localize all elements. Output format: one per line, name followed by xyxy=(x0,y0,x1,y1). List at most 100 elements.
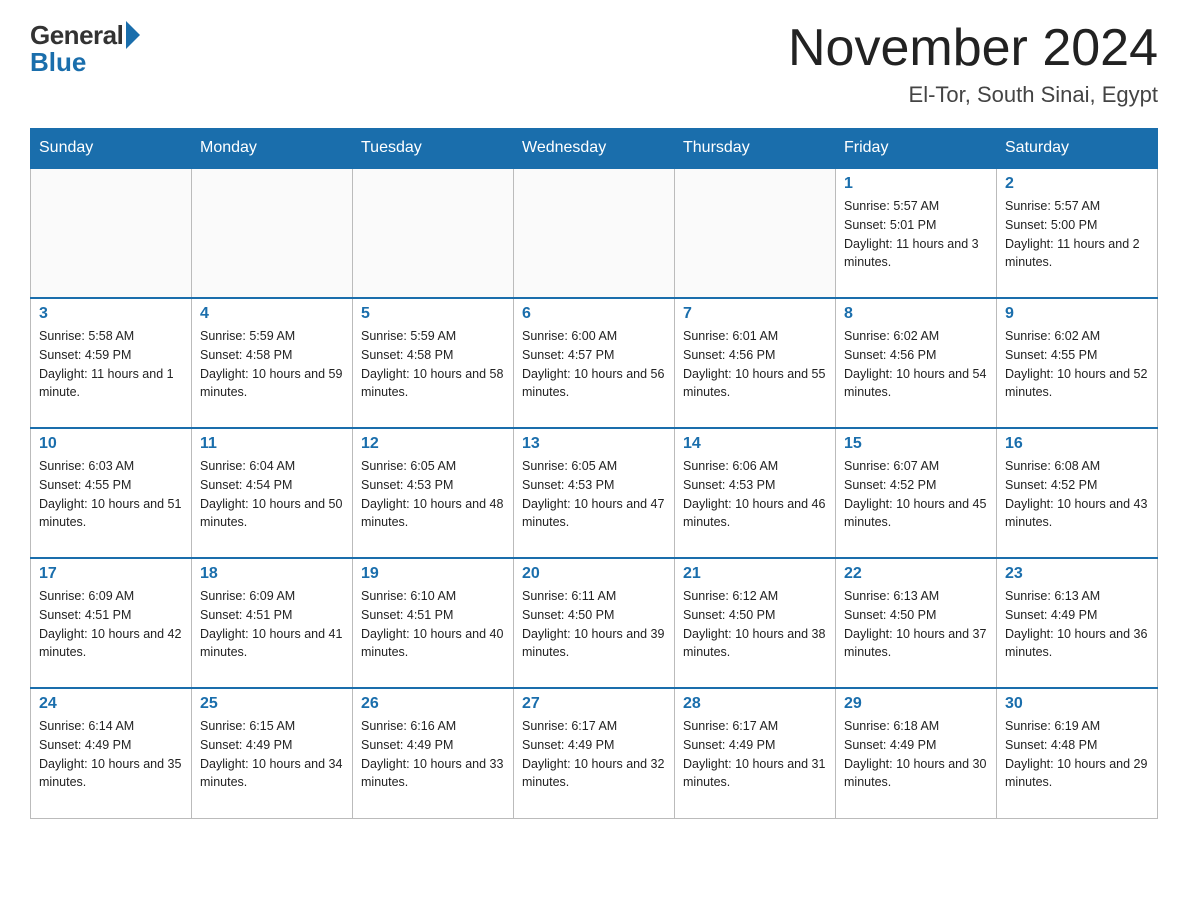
calendar-cell xyxy=(514,168,675,298)
week-row-2: 3 Sunrise: 5:58 AMSunset: 4:59 PMDaylight… xyxy=(31,298,1158,428)
calendar-cell: 16 Sunrise: 6:08 AMSunset: 4:52 PMDayligh… xyxy=(997,428,1158,558)
calendar-cell: 4 Sunrise: 5:59 AMSunset: 4:58 PMDaylight… xyxy=(192,298,353,428)
day-info: Sunrise: 6:17 AMSunset: 4:49 PMDaylight:… xyxy=(522,717,666,792)
calendar-cell: 8Sunrise: 6:02 AMSunset: 4:56 PMDaylight… xyxy=(836,298,997,428)
day-number: 10 xyxy=(39,435,183,453)
logo-blue-text: Blue xyxy=(30,47,86,78)
col-thursday: Thursday xyxy=(675,129,836,169)
calendar-subtitle: El-Tor, South Sinai, Egypt xyxy=(788,82,1158,108)
day-info: Sunrise: 6:19 AMSunset: 4:48 PMDaylight:… xyxy=(1005,717,1149,792)
calendar-cell: 20 Sunrise: 6:11 AMSunset: 4:50 PMDayligh… xyxy=(514,558,675,688)
calendar-cell xyxy=(353,168,514,298)
day-number: 1 xyxy=(844,175,988,193)
calendar-cell: 13Sunrise: 6:05 AMSunset: 4:53 PMDayligh… xyxy=(514,428,675,558)
day-number: 16 xyxy=(1005,435,1149,453)
day-number: 24 xyxy=(39,695,183,713)
day-info: Sunrise: 6:03 AMSunset: 4:55 PMDaylight:… xyxy=(39,457,183,532)
day-info: Sunrise: 6:13 AMSunset: 4:49 PMDaylight:… xyxy=(1005,587,1149,662)
col-monday: Monday xyxy=(192,129,353,169)
col-saturday: Saturday xyxy=(997,129,1158,169)
day-number: 29 xyxy=(844,695,988,713)
day-info: Sunrise: 6:11 AMSunset: 4:50 PMDaylight:… xyxy=(522,587,666,662)
day-info: Sunrise: 6:05 AMSunset: 4:53 PMDaylight:… xyxy=(361,457,505,532)
calendar-cell: 10 Sunrise: 6:03 AMSunset: 4:55 PMDayligh… xyxy=(31,428,192,558)
day-number: 30 xyxy=(1005,695,1149,713)
calendar-cell: 7 Sunrise: 6:01 AMSunset: 4:56 PMDaylight… xyxy=(675,298,836,428)
day-info: Sunrise: 6:18 AMSunset: 4:49 PMDaylight:… xyxy=(844,717,988,792)
calendar-cell: 1 Sunrise: 5:57 AMSunset: 5:01 PMDaylight… xyxy=(836,168,997,298)
day-info: Sunrise: 6:16 AMSunset: 4:49 PMDaylight:… xyxy=(361,717,505,792)
day-number: 13 xyxy=(522,435,666,453)
week-row-4: 17Sunrise: 6:09 AMSunset: 4:51 PMDayligh… xyxy=(31,558,1158,688)
day-number: 18 xyxy=(200,565,344,583)
day-number: 15 xyxy=(844,435,988,453)
col-wednesday: Wednesday xyxy=(514,129,675,169)
calendar-cell: 30 Sunrise: 6:19 AMSunset: 4:48 PMDayligh… xyxy=(997,688,1158,818)
calendar-cell: 27 Sunrise: 6:17 AMSunset: 4:49 PMDayligh… xyxy=(514,688,675,818)
calendar-cell: 15Sunrise: 6:07 AMSunset: 4:52 PMDayligh… xyxy=(836,428,997,558)
day-number: 25 xyxy=(200,695,344,713)
day-number: 20 xyxy=(522,565,666,583)
day-number: 28 xyxy=(683,695,827,713)
calendar-cell: 28 Sunrise: 6:17 AMSunset: 4:49 PMDayligh… xyxy=(675,688,836,818)
logo-arrow-icon xyxy=(126,21,140,49)
col-friday: Friday xyxy=(836,129,997,169)
calendar-cell: 25 Sunrise: 6:15 AMSunset: 4:49 PMDayligh… xyxy=(192,688,353,818)
day-info: Sunrise: 6:08 AMSunset: 4:52 PMDaylight:… xyxy=(1005,457,1149,532)
day-number: 8 xyxy=(844,305,988,323)
calendar-cell: 29 Sunrise: 6:18 AMSunset: 4:49 PMDayligh… xyxy=(836,688,997,818)
calendar-cell: 24 Sunrise: 6:14 AMSunset: 4:49 PMDayligh… xyxy=(31,688,192,818)
day-number: 3 xyxy=(39,305,183,323)
col-sunday: Sunday xyxy=(31,129,192,169)
calendar-cell: 18Sunrise: 6:09 AMSunset: 4:51 PMDayligh… xyxy=(192,558,353,688)
calendar-title: November 2024 xyxy=(788,20,1158,77)
day-info: Sunrise: 6:14 AMSunset: 4:49 PMDaylight:… xyxy=(39,717,183,792)
logo: General Blue xyxy=(30,20,140,78)
calendar-cell: 26Sunrise: 6:16 AMSunset: 4:49 PMDayligh… xyxy=(353,688,514,818)
day-info: Sunrise: 5:59 AMSunset: 4:58 PMDaylight:… xyxy=(361,327,505,402)
day-number: 12 xyxy=(361,435,505,453)
day-info: Sunrise: 6:06 AMSunset: 4:53 PMDaylight:… xyxy=(683,457,827,532)
calendar-cell: 2Sunrise: 5:57 AMSunset: 5:00 PMDaylight… xyxy=(997,168,1158,298)
day-info: Sunrise: 6:13 AMSunset: 4:50 PMDaylight:… xyxy=(844,587,988,662)
day-number: 6 xyxy=(522,305,666,323)
day-info: Sunrise: 6:10 AMSunset: 4:51 PMDaylight:… xyxy=(361,587,505,662)
day-number: 11 xyxy=(200,435,344,453)
day-info: Sunrise: 6:00 AMSunset: 4:57 PMDaylight:… xyxy=(522,327,666,402)
week-row-5: 24 Sunrise: 6:14 AMSunset: 4:49 PMDayligh… xyxy=(31,688,1158,818)
day-info: Sunrise: 6:15 AMSunset: 4:49 PMDaylight:… xyxy=(200,717,344,792)
page-header: General Blue November 2024 El-Tor, South… xyxy=(30,20,1158,108)
calendar-cell: 5Sunrise: 5:59 AMSunset: 4:58 PMDaylight… xyxy=(353,298,514,428)
calendar-cell xyxy=(192,168,353,298)
day-number: 21 xyxy=(683,565,827,583)
day-info: Sunrise: 5:59 AMSunset: 4:58 PMDaylight:… xyxy=(200,327,344,402)
calendar-cell: 17Sunrise: 6:09 AMSunset: 4:51 PMDayligh… xyxy=(31,558,192,688)
title-block: November 2024 El-Tor, South Sinai, Egypt xyxy=(788,20,1158,108)
day-number: 4 xyxy=(200,305,344,323)
calendar-cell: 3 Sunrise: 5:58 AMSunset: 4:59 PMDaylight… xyxy=(31,298,192,428)
calendar-cell xyxy=(675,168,836,298)
calendar-cell: 6 Sunrise: 6:00 AMSunset: 4:57 PMDaylight… xyxy=(514,298,675,428)
calendar-cell: 12 Sunrise: 6:05 AMSunset: 4:53 PMDayligh… xyxy=(353,428,514,558)
day-info: Sunrise: 6:01 AMSunset: 4:56 PMDaylight:… xyxy=(683,327,827,402)
calendar-cell: 23 Sunrise: 6:13 AMSunset: 4:49 PMDayligh… xyxy=(997,558,1158,688)
day-number: 22 xyxy=(844,565,988,583)
day-number: 23 xyxy=(1005,565,1149,583)
day-number: 9 xyxy=(1005,305,1149,323)
day-info: Sunrise: 6:02 AMSunset: 4:55 PMDaylight:… xyxy=(1005,327,1149,402)
calendar-cell: 22 Sunrise: 6:13 AMSunset: 4:50 PMDayligh… xyxy=(836,558,997,688)
day-info: Sunrise: 6:12 AMSunset: 4:50 PMDaylight:… xyxy=(683,587,827,662)
day-number: 27 xyxy=(522,695,666,713)
day-info: Sunrise: 5:58 AMSunset: 4:59 PMDaylight:… xyxy=(39,327,183,402)
calendar-cell: 14Sunrise: 6:06 AMSunset: 4:53 PMDayligh… xyxy=(675,428,836,558)
day-number: 7 xyxy=(683,305,827,323)
day-info: Sunrise: 5:57 AMSunset: 5:00 PMDaylight:… xyxy=(1005,197,1149,272)
calendar-cell: 9 Sunrise: 6:02 AMSunset: 4:55 PMDaylight… xyxy=(997,298,1158,428)
day-number: 19 xyxy=(361,565,505,583)
day-info: Sunrise: 5:57 AMSunset: 5:01 PMDaylight:… xyxy=(844,197,988,272)
day-info: Sunrise: 6:17 AMSunset: 4:49 PMDaylight:… xyxy=(683,717,827,792)
calendar-cell xyxy=(31,168,192,298)
week-row-3: 10 Sunrise: 6:03 AMSunset: 4:55 PMDayligh… xyxy=(31,428,1158,558)
week-row-1: 1 Sunrise: 5:57 AMSunset: 5:01 PMDaylight… xyxy=(31,168,1158,298)
day-info: Sunrise: 6:04 AMSunset: 4:54 PMDaylight:… xyxy=(200,457,344,532)
